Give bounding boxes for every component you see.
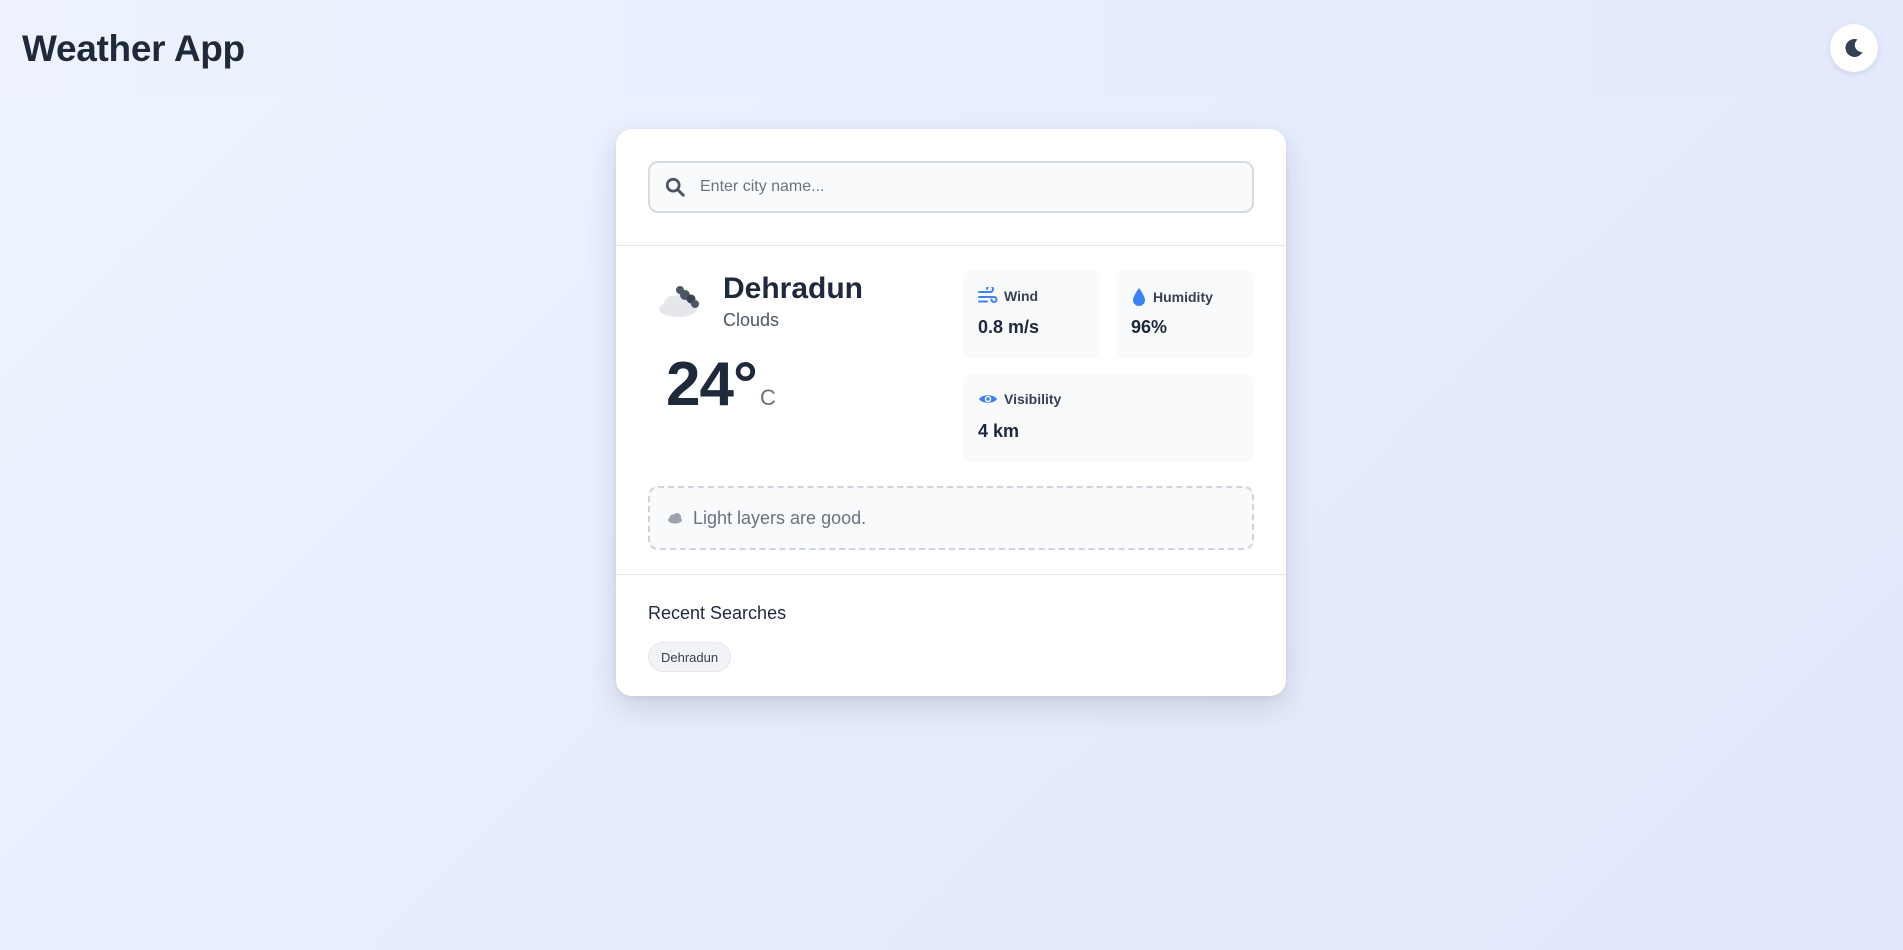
wind-stat-card: Wind 0.8 m/s: [963, 270, 1100, 358]
divider: [616, 574, 1286, 575]
temperature-unit: C: [760, 385, 776, 410]
clothing-tip: Light layers are good.: [648, 486, 1254, 550]
recent-search-chip[interactable]: Dehradun: [648, 642, 732, 672]
clouds-icon: [654, 281, 704, 326]
app-title: Weather App: [22, 28, 245, 69]
weather-card: Dehradun Clouds 24° C Wind 0.8 m/s Humid…: [616, 129, 1286, 696]
recent-searches-title: Recent Searches: [648, 603, 787, 623]
visibility-value: 4 km: [978, 421, 1020, 441]
divider: [616, 245, 1286, 246]
city-name: Dehradun: [723, 272, 864, 305]
humidity-stat-card: Humidity 96%: [1116, 270, 1254, 358]
city-search-input[interactable]: [700, 163, 1252, 211]
droplet-icon: [1133, 288, 1145, 306]
cloud-icon: [668, 513, 682, 524]
search-icon: [650, 176, 700, 198]
wind-label: Wind: [1004, 288, 1039, 304]
weather-condition: Clouds: [723, 310, 780, 330]
visibility-stat-card: Visibility 4 km: [963, 374, 1254, 462]
temperature-value: 24°: [666, 350, 758, 419]
moon-icon: [1845, 38, 1863, 57]
theme-toggle-button[interactable]: [1830, 24, 1878, 72]
top-bar: Weather App: [0, 0, 1903, 96]
search-bar: [648, 161, 1254, 213]
tip-text: Light layers are good.: [693, 507, 867, 528]
wind-value: 0.8 m/s: [978, 317, 1040, 337]
wind-icon: [978, 287, 998, 303]
visibility-label: Visibility: [1004, 391, 1062, 407]
eye-icon: [979, 395, 997, 403]
humidity-value: 96%: [1131, 317, 1168, 337]
humidity-label: Humidity: [1153, 289, 1213, 305]
